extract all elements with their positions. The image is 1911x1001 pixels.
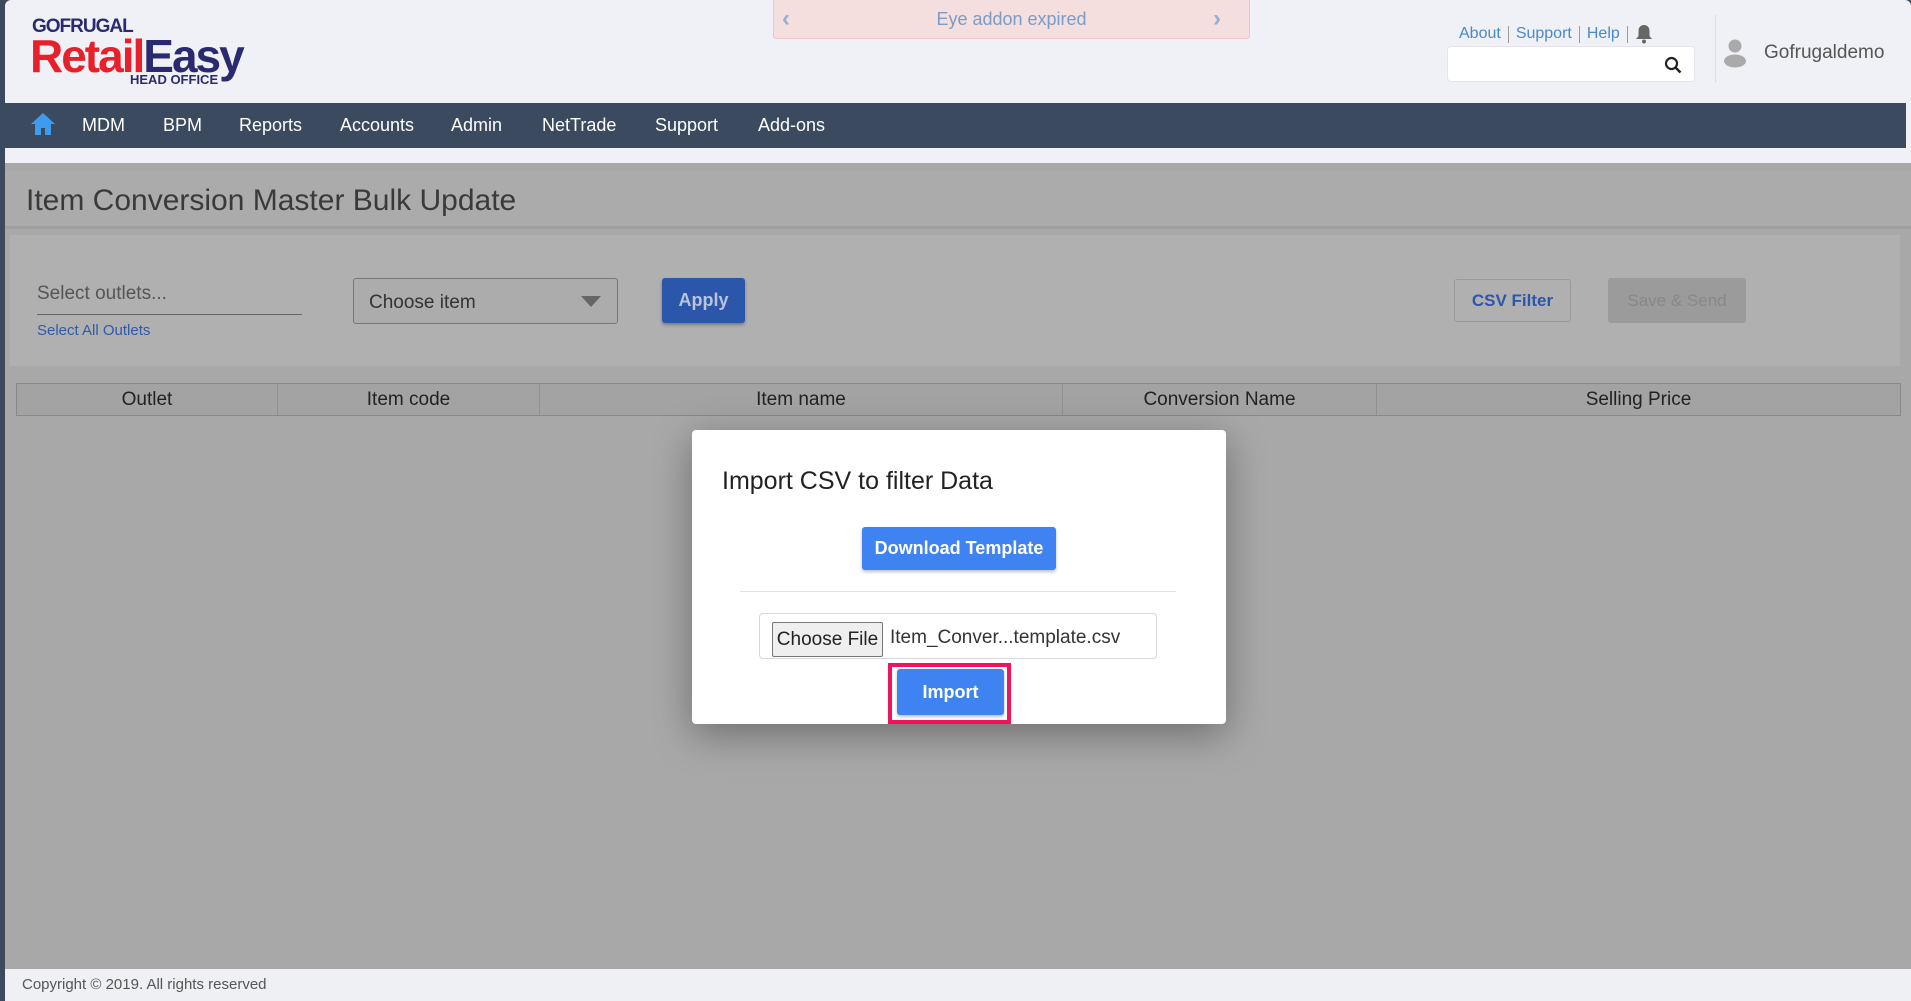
nav-mdm[interactable]: MDM	[82, 115, 125, 136]
nav-reports[interactable]: Reports	[239, 115, 302, 136]
download-template-button[interactable]: Download Template	[862, 527, 1056, 570]
caret-down-icon	[581, 296, 601, 307]
nav-nettrade[interactable]: NetTrade	[542, 115, 616, 136]
footer	[5, 969, 1911, 1001]
user-avatar-icon[interactable]	[1723, 38, 1747, 68]
divider	[1626, 25, 1628, 43]
import-csv-modal: Import CSV to filter Data Download Templ…	[692, 430, 1226, 724]
modal-title: Import CSV to filter Data	[722, 467, 993, 495]
divider	[1715, 15, 1716, 83]
nav-addons[interactable]: Add-ons	[758, 115, 825, 136]
column-header: Conversion Name	[1063, 384, 1377, 415]
help-link[interactable]: Help	[1587, 25, 1620, 43]
choose-file-button[interactable]: Choose File	[772, 622, 883, 657]
import-button[interactable]: Import	[897, 669, 1004, 715]
column-header: Item name	[540, 384, 1063, 415]
chevron-left-icon[interactable]: ‹	[782, 0, 790, 38]
nav-bpm[interactable]: BPM	[163, 115, 202, 136]
column-header: Outlet	[17, 384, 278, 415]
divider	[1578, 25, 1580, 43]
about-link[interactable]: About	[1459, 25, 1501, 43]
search-icon[interactable]	[1664, 56, 1682, 74]
nav-accounts[interactable]: Accounts	[340, 115, 414, 136]
bell-icon[interactable]	[1635, 24, 1653, 44]
divider	[740, 591, 1176, 592]
file-input[interactable]: Choose File Item_Conver...template.csv	[759, 613, 1157, 659]
outlets-input[interactable]: Select outlets...	[37, 283, 302, 315]
main-nav: MDM BPM Reports Accounts Admin NetTrade …	[0, 103, 1906, 148]
select-all-outlets-link[interactable]: Select All Outlets	[37, 322, 150, 339]
banner-text: Eye addon expired	[936, 9, 1087, 29]
item-select-value: Choose item	[369, 292, 476, 313]
table-header: Outlet Item code Item name Conversion Na…	[16, 383, 1901, 416]
top-links: About Support Help	[1459, 24, 1653, 44]
username[interactable]: Gofrugaldemo	[1764, 42, 1884, 64]
column-header: Selling Price	[1585, 389, 1692, 410]
logo-retail: Retail	[30, 30, 145, 82]
file-name: Item_Conver...template.csv	[890, 627, 1121, 648]
apply-button[interactable]: Apply	[662, 278, 745, 323]
column-header: Item code	[278, 384, 540, 415]
save-send-button[interactable]: Save & Send	[1608, 278, 1746, 323]
copyright: Copyright © 2019. All rights reserved	[22, 976, 267, 993]
home-icon[interactable]	[30, 112, 56, 136]
divider	[1507, 25, 1509, 43]
search-input[interactable]	[1447, 46, 1695, 82]
nav-admin[interactable]: Admin	[451, 115, 502, 136]
logo-head-office: HEAD OFFICE	[130, 72, 219, 87]
csv-filter-button[interactable]: CSV Filter	[1454, 279, 1571, 322]
support-link[interactable]: Support	[1516, 25, 1572, 43]
page-title: Item Conversion Master Bulk Update	[26, 184, 517, 217]
chevron-right-icon[interactable]: ›	[1213, 0, 1221, 38]
item-select[interactable]: Choose item	[353, 278, 618, 324]
addon-banner: ‹ Eye addon expired ›	[773, 0, 1250, 39]
nav-support[interactable]: Support	[655, 115, 718, 136]
search-field[interactable]	[1456, 47, 1656, 79]
